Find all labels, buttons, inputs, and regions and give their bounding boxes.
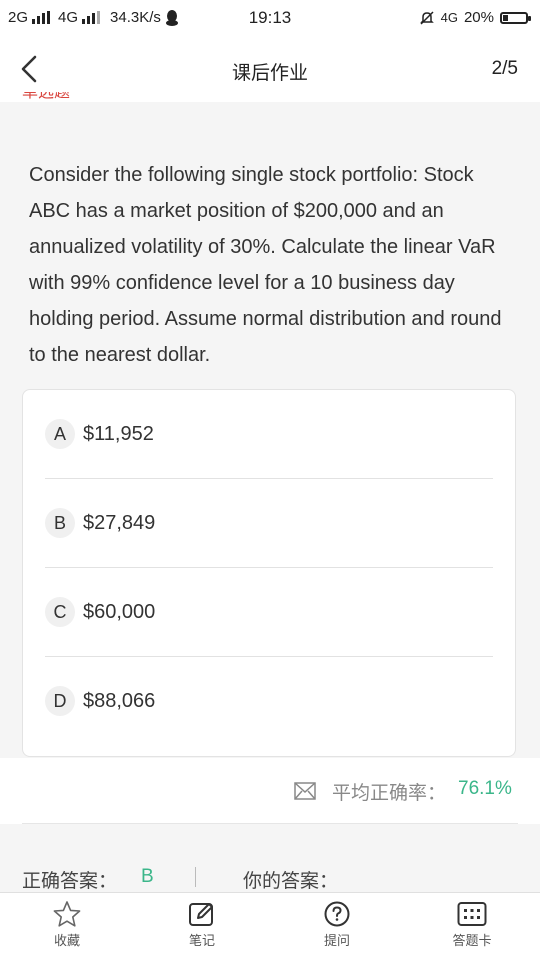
question-icon xyxy=(324,901,350,927)
tab-favorite[interactable]: 收藏 xyxy=(27,901,107,949)
question-type-text: 单选题 xyxy=(22,92,71,101)
tab-label: 收藏 xyxy=(53,933,80,948)
battery-icon xyxy=(500,11,531,24)
question-section: Consider the following single stock port… xyxy=(0,128,540,758)
stats-row: 平均正确率： 76.1% xyxy=(0,758,540,824)
option-text: $88,066 xyxy=(83,689,156,712)
nav-bar: 课后作业 2/5 xyxy=(0,36,540,102)
option-d[interactable]: D $88,066 xyxy=(45,657,493,745)
page-title: 课后作业 xyxy=(231,63,308,84)
option-letter: A xyxy=(45,419,75,449)
correct-answer-value: B xyxy=(141,866,154,887)
tab-label: 提问 xyxy=(323,933,350,948)
your-answer-label: 你的答案： xyxy=(243,871,339,892)
avg-rate-label: 平均正确率： xyxy=(332,783,447,804)
question-counter: 2/5 xyxy=(491,58,518,79)
network-type-3: 4G xyxy=(440,10,458,25)
tab-answer-card[interactable]: 答题卡 xyxy=(432,901,512,949)
tab-label: 答题卡 xyxy=(452,933,492,948)
question-text: Consider the following single stock port… xyxy=(29,164,502,366)
bottom-tab-bar: 收藏 笔记 提问 答题卡 xyxy=(0,892,540,960)
tab-ask[interactable]: 提问 xyxy=(297,901,377,949)
grid-card-icon xyxy=(457,902,487,926)
mute-bell-icon xyxy=(419,10,434,25)
edit-icon xyxy=(189,903,213,926)
separator xyxy=(195,867,196,887)
option-c[interactable]: C $60,000 xyxy=(45,568,493,656)
correct-answer-label: 正确答案： xyxy=(22,871,118,892)
mail-icon[interactable] xyxy=(294,782,316,800)
options-card: A $11,952 B $27,849 C $60,000 D $88,066 xyxy=(22,389,516,757)
tab-label: 笔记 xyxy=(188,933,215,948)
avg-rate-value: 76.1% xyxy=(458,778,512,799)
option-text: $27,849 xyxy=(83,511,156,534)
answer-row: 正确答案： B 你的答案： xyxy=(0,824,540,894)
option-letter: C xyxy=(45,597,75,627)
tab-notes[interactable]: 笔记 xyxy=(162,901,242,949)
status-right: 4G 20% xyxy=(419,9,531,26)
option-letter: B xyxy=(45,508,75,538)
star-icon xyxy=(53,901,81,927)
option-text: $60,000 xyxy=(83,600,156,623)
question-type-label: 单选题 xyxy=(22,92,70,108)
status-bar: 2G 4G 34.3K/s 19:13 4G 20% xyxy=(0,0,540,36)
option-letter: D xyxy=(45,686,75,716)
option-b[interactable]: B $27,849 xyxy=(45,479,493,567)
battery-percent: 20% xyxy=(463,9,494,26)
option-text: $11,952 xyxy=(83,422,154,445)
option-a[interactable]: A $11,952 xyxy=(45,390,493,478)
